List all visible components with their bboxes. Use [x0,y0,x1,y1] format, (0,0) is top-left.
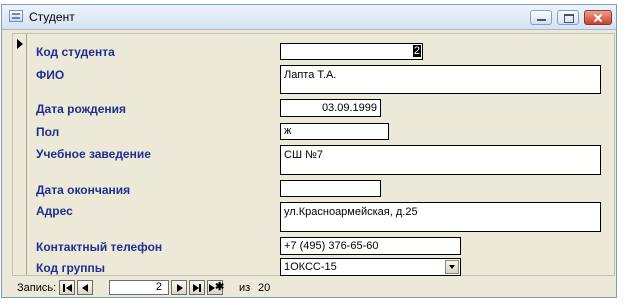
record-nav-label: Запись: [17,282,57,294]
form-window: Студент Код студента 2 ФИО Лапта Т.А. Да… [1,4,617,298]
window-title: Студент [29,10,75,24]
restore-button[interactable] [557,10,579,25]
previous-record-button[interactable] [77,280,93,295]
first-record-button[interactable] [59,280,75,295]
kod-studenta-label: Код студента [36,45,115,59]
data-rozhdeniya-field[interactable]: 03.09.1999 [280,99,381,117]
form-detail-area: Код студента 2 ФИО Лапта Т.А. Дата рожде… [12,33,615,276]
data-okonchaniya-label: Дата окончания [36,183,131,197]
chevron-down-icon[interactable] [445,260,459,274]
kontaktny-telefon-field[interactable]: +7 (495) 376-65-60 [280,237,461,255]
adres-field[interactable]: ул.Красноармейская, д.25 [280,202,601,232]
minimize-button[interactable] [530,10,552,25]
fio-label: ФИО [36,68,65,82]
pol-label: Пол [36,125,60,139]
uchebnoe-zavedenie-field[interactable]: СШ №7 [280,145,601,175]
next-record-button[interactable] [171,280,187,295]
pol-field[interactable]: ж [280,123,389,140]
kontaktny-telefon-label: Контактный телефон [36,240,163,254]
adres-label: Адрес [36,204,73,218]
previous-record-icon [82,284,88,292]
close-button[interactable] [584,10,612,25]
last-record-button[interactable] [189,280,205,295]
form-icon [9,10,23,22]
new-record-icon: ✱ [215,281,225,293]
data-rozhdeniya-label: Дата рождения [36,102,127,116]
kod-gruppy-combobox[interactable]: 1ОКСС-15 [280,258,461,276]
kod-gruppy-value: 1ОКСС-15 [284,261,337,273]
title-bar[interactable]: Студент [2,5,616,30]
data-okonchaniya-field[interactable] [280,180,381,197]
current-record-input[interactable]: 2 [109,280,169,295]
next-record-icon [177,284,183,292]
kod-studenta-field[interactable]: 2 [280,43,423,60]
record-selector[interactable] [13,34,27,275]
kod-gruppy-label: Код группы [36,261,106,275]
uchebnoe-zavedenie-label: Учебное заведение [36,147,151,161]
new-record-button[interactable]: ✱ [207,280,225,295]
fio-field[interactable]: Лапта Т.А. [280,65,601,94]
kod-studenta-value: 2 [412,45,421,57]
first-record-icon [63,284,65,292]
record-navigation-bar: Запись: 2 ✱ из 20 [2,279,616,297]
record-of-label: из [239,282,251,294]
record-total-count: 20 [258,282,271,294]
